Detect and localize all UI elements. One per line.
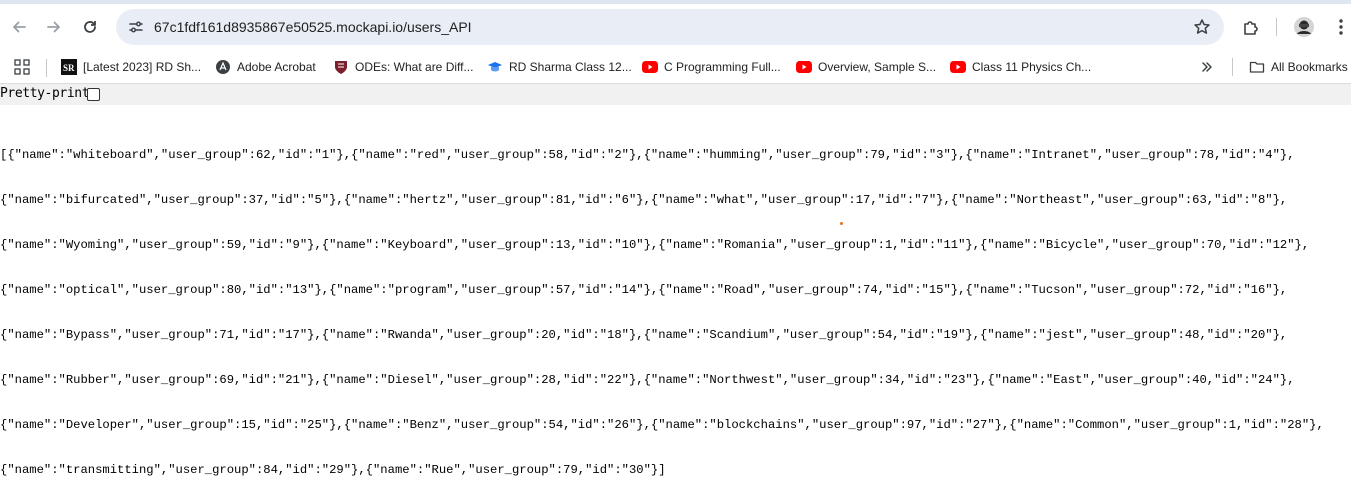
pretty-print-checkbox[interactable] xyxy=(87,88,100,101)
youtube-icon xyxy=(796,59,812,75)
bookmarks-bar: SR [Latest 2023] RD Sh... Adobe Acrobat … xyxy=(0,52,1351,84)
tab-strip-edge xyxy=(0,0,1351,4)
json-line: {"name":"optical","user_group":80,"id":"… xyxy=(0,283,1288,297)
apps-button[interactable] xyxy=(14,55,30,79)
profile-avatar-icon xyxy=(1294,17,1314,37)
json-line: [{"name":"whiteboard","user_group":62,"i… xyxy=(0,148,1295,162)
reload-button[interactable] xyxy=(74,11,106,43)
youtube-icon xyxy=(950,59,966,75)
svg-text:SR: SR xyxy=(63,63,75,73)
acrobat-icon xyxy=(215,59,231,75)
youtube-icon xyxy=(642,59,658,75)
toolbar-separator xyxy=(1276,18,1277,36)
folder-icon xyxy=(1249,59,1265,75)
star-icon xyxy=(1194,19,1210,34)
bookmark-item[interactable]: Overview, Sample S... xyxy=(796,55,936,79)
bookmark-item[interactable]: C Programming Full... xyxy=(642,55,781,79)
back-arrow-icon xyxy=(13,21,26,33)
profile-button[interactable] xyxy=(1288,11,1320,43)
bookmark-label: Class 11 Physics Ch... xyxy=(972,60,1092,74)
pretty-print-bar: Pretty-print xyxy=(0,84,1351,105)
bookmark-label: [Latest 2023] RD Sh... xyxy=(83,60,202,74)
json-line: {"name":"bifurcated","user_group":37,"id… xyxy=(0,193,1288,207)
extensions-icon xyxy=(1244,21,1258,35)
bookmark-item[interactable]: Adobe Acrobat xyxy=(215,55,316,79)
sr-logo-icon: SR xyxy=(61,59,77,75)
bookmark-label: ODEs: What are Diff... xyxy=(355,60,474,74)
graduation-cap-icon xyxy=(487,59,503,75)
bookmark-item[interactable]: Class 11 Physics Ch... xyxy=(950,55,1091,79)
text-cursor-marker xyxy=(840,222,843,225)
forward-arrow-icon xyxy=(47,21,60,33)
bookmark-label: Overview, Sample S... xyxy=(818,60,937,74)
shield-crest-icon xyxy=(333,59,349,75)
site-info-button[interactable] xyxy=(122,13,150,41)
pretty-print-label: Pretty-print xyxy=(0,86,90,101)
apps-grid-icon xyxy=(14,59,30,75)
bookmark-label: C Programming Full... xyxy=(664,60,781,74)
bookmarks-overflow-button[interactable] xyxy=(1200,55,1214,79)
chevron-double-right-icon xyxy=(1202,62,1212,72)
forward-button[interactable] xyxy=(38,11,70,43)
back-button[interactable] xyxy=(3,11,35,43)
json-line: {"name":"Wyoming","user_group":59,"id":"… xyxy=(0,238,1310,252)
more-menu-icon xyxy=(1339,19,1343,35)
json-response-body: [{"name":"whiteboard","user_group":62,"i… xyxy=(0,118,1351,493)
bookmark-star-button[interactable] xyxy=(1188,13,1216,41)
all-bookmarks-button[interactable]: All Bookmarks xyxy=(1249,55,1348,79)
json-line: {"name":"transmitting","user_group":84,"… xyxy=(0,463,666,477)
url-text[interactable]: 67c1fdf161d8935867e50525.mockapi.io/user… xyxy=(154,9,472,45)
all-bookmarks-label: All Bookmarks xyxy=(1271,60,1348,74)
address-bar[interactable]: 67c1fdf161d8935867e50525.mockapi.io/user… xyxy=(116,9,1224,45)
more-menu-button[interactable] xyxy=(1325,11,1351,43)
json-line: {"name":"Rubber","user_group":69,"id":"2… xyxy=(0,373,1295,387)
bookmark-label: Adobe Acrobat xyxy=(237,60,316,74)
json-line: {"name":"Developer","user_group":15,"id"… xyxy=(0,418,1324,432)
bookmark-item[interactable]: RD Sharma Class 12... xyxy=(487,55,632,79)
browser-toolbar: 67c1fdf161d8935867e50525.mockapi.io/user… xyxy=(0,0,1351,52)
reload-icon xyxy=(84,21,96,33)
json-line: {"name":"Bypass","user_group":71,"id":"1… xyxy=(0,328,1288,342)
bookmarks-separator xyxy=(1232,58,1233,76)
bookmark-item[interactable]: ODEs: What are Diff... xyxy=(333,55,473,79)
bookmarks-apps-separator xyxy=(46,59,47,77)
bookmark-label: RD Sharma Class 12... xyxy=(509,60,632,74)
extensions-button[interactable] xyxy=(1235,11,1267,43)
site-info-icon xyxy=(129,21,143,33)
bookmark-item[interactable]: SR [Latest 2023] RD Sh... xyxy=(61,55,201,79)
